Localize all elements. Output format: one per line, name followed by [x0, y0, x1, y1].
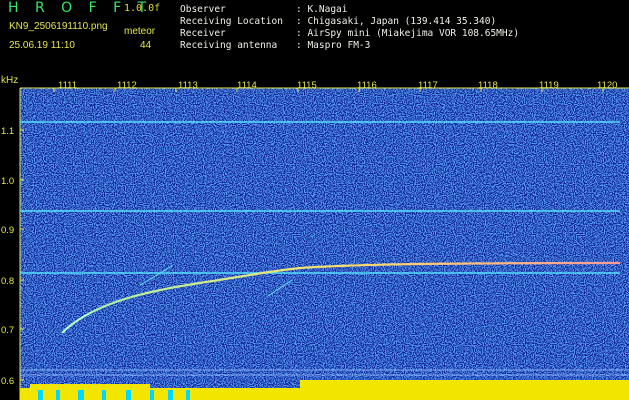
x-tick-label: 1119 [539, 80, 559, 91]
file-name: KN9_2506191110.png [9, 21, 108, 32]
y-tick-label: 1.0 [1, 176, 14, 187]
spectrogram-noise [20, 88, 629, 400]
x-tick-label: 1114 [237, 80, 257, 91]
info-label-location: Receiving Location [180, 16, 283, 27]
y-tick-label: 1.1 [1, 126, 14, 137]
info-value-antenna: : Maspro FM-3 [296, 40, 371, 51]
y-tick-label: 0.9 [1, 225, 14, 236]
y-tick-label: 0.7 [1, 325, 14, 336]
app-version: 1.0.0f [124, 3, 161, 14]
info-label-antenna: Receiving antenna [180, 40, 278, 51]
info-value-observer: : K.Nagai [296, 4, 348, 15]
x-tick-label: 1116 [357, 80, 377, 91]
y-tick-label: 0.8 [1, 276, 14, 287]
x-tick-label: 1115 [297, 80, 317, 91]
x-tick-label: 1113 [178, 80, 198, 91]
y-axis-unit: kHz [1, 75, 19, 86]
x-tick-label: 1117 [418, 80, 438, 91]
x-tick-label: 1120 [597, 80, 617, 91]
info-value-receiver: : AirSpy mini (Miakejima VOR 108.65MHz) [296, 28, 520, 39]
y-tick-label: 0.6 [1, 376, 14, 387]
x-tick-label: 1112 [117, 80, 137, 91]
header-panel: H R O F F T 1.0.0f KN9_2506191110.png me… [0, 0, 629, 78]
info-label-receiver: Receiver [180, 28, 226, 39]
x-tick-label: 1111 [58, 80, 77, 91]
capture-mode: meteor [124, 26, 156, 37]
y-tick-labels: 1.1 1.0 0.9 0.8 0.7 0.6 [1, 126, 14, 387]
x-tick-label: 1118 [478, 80, 498, 91]
info-label-observer: Observer [180, 4, 226, 15]
detection-count: 44 [140, 40, 152, 51]
capture-timestamp: 25.06.19 11:10 [9, 40, 75, 51]
info-value-location: : Chigasaki, Japan (139.414 35.340) [296, 16, 497, 27]
